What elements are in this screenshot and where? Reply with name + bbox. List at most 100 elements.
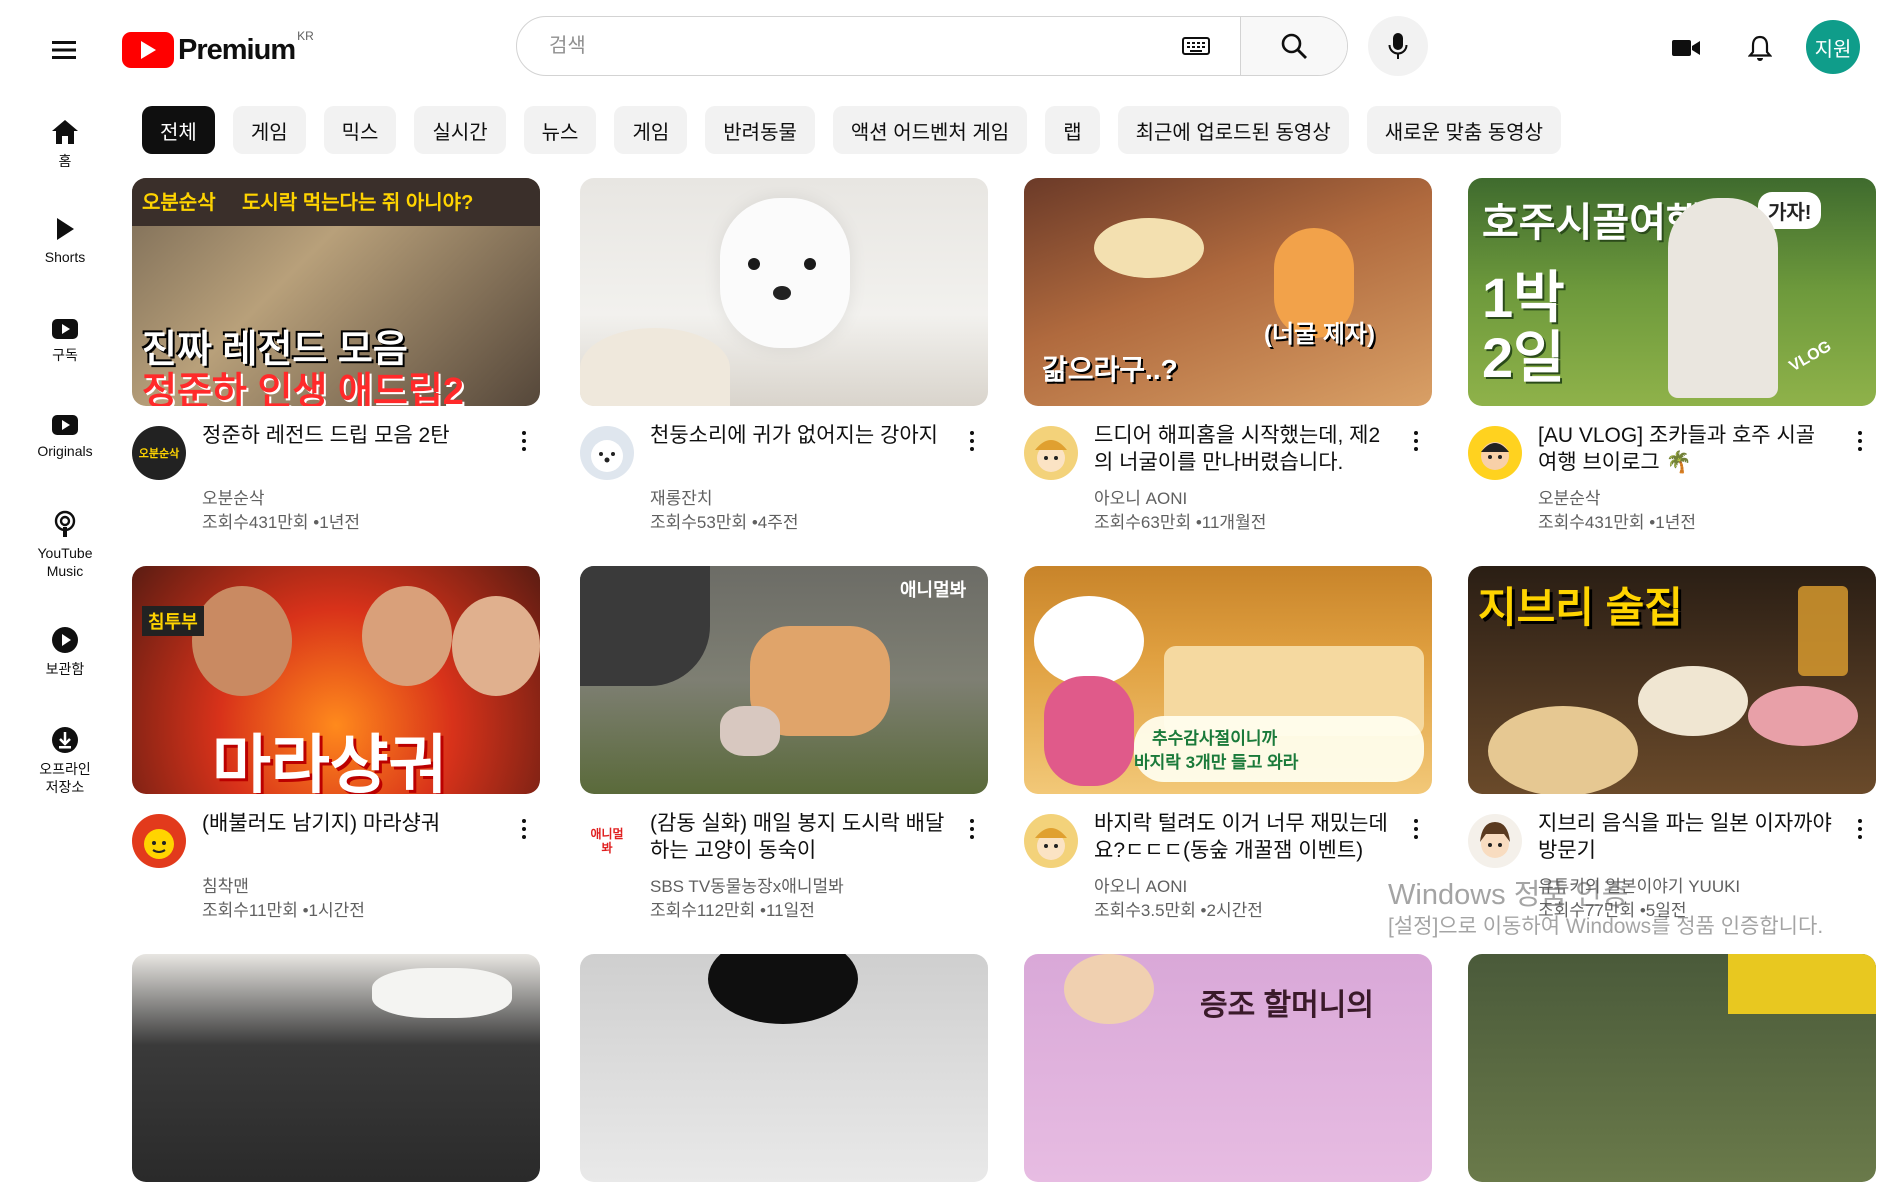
sidebar-item-subscriptions[interactable]: 구독	[10, 318, 120, 364]
video-card[interactable]: 지브리 술집 지브리 음식을 파는 일본 이자까야 방문기 유튜키의 일본이야기…	[1468, 566, 1876, 920]
sidebar-item-downloads[interactable]: 오프라인 저장소	[10, 726, 120, 796]
video-thumbnail[interactable]: 증조 할머니의	[1024, 954, 1432, 1182]
video-meta: 오분순삭 정준하 레전드 드립 모음 2탄 오분순삭 조회수431만회 •1년전	[132, 406, 540, 532]
video-title[interactable]: 지브리 음식을 파는 일본 이자까야 방문기	[1538, 810, 1838, 864]
channel-name[interactable]: 아오니 AONI	[1094, 872, 1187, 897]
video-title[interactable]: 드디어 해피홈을 시작했는데, 제2의 너굴이를 만나버렸습니다.	[1094, 422, 1394, 476]
video-stats: 조회수53만회 •4주전	[650, 513, 799, 532]
more-options-icon[interactable]	[514, 812, 534, 846]
channel-name[interactable]: 아오니 AONI	[1094, 484, 1187, 509]
channel-avatar[interactable]	[1024, 814, 1078, 868]
channel-avatar[interactable]	[1024, 426, 1078, 480]
more-options-icon[interactable]	[1406, 424, 1426, 458]
chip-mix[interactable]: 믹스	[323, 106, 397, 154]
video-title[interactable]: (배불러도 남기지) 마라샹궈	[202, 810, 502, 837]
video-title[interactable]: [AU VLOG] 조카들과 호주 시골 여행 브이로그 🌴	[1538, 422, 1838, 476]
sidebar-item-home[interactable]: 홈	[10, 118, 120, 170]
chip-gaming[interactable]: 게임	[232, 106, 306, 154]
chip-rap[interactable]: 랩	[1045, 106, 1100, 154]
channel-avatar[interactable]	[580, 426, 634, 480]
user-avatar[interactable]: 지원	[1806, 20, 1860, 74]
character-avatar-icon	[1035, 828, 1067, 860]
channel-avatar[interactable]: 애니멀봐	[580, 814, 634, 868]
more-options-icon[interactable]	[1406, 812, 1426, 846]
more-options-icon[interactable]	[962, 812, 982, 846]
sidebar-label: Shorts	[44, 249, 86, 265]
chip-new-to-you[interactable]: 새로운 맞춤 동영상	[1366, 106, 1562, 154]
sidebar-item-library[interactable]: 보관함	[10, 626, 120, 678]
sidebar-item-originals[interactable]: Originals	[10, 414, 120, 460]
video-card[interactable]: 천둥소리에 귀가 없어지는 강아지 재롱잔치 조회수53만회 •4주전	[580, 178, 988, 532]
more-options-icon[interactable]	[962, 424, 982, 458]
video-meta: 천둥소리에 귀가 없어지는 강아지 재롱잔치 조회수53만회 •4주전	[580, 406, 988, 532]
sidebar-label: 홈	[58, 153, 72, 169]
more-options-icon[interactable]	[514, 424, 534, 458]
download-icon	[52, 727, 78, 753]
video-thumbnail[interactable]	[1468, 954, 1876, 1182]
video-card[interactable]: 추수감사절이니까 바지락 3개만 들고 와라 바지락 털려도 이거 너무 재밌는…	[1024, 566, 1432, 920]
video-thumbnail[interactable]	[580, 178, 988, 406]
video-thumbnail[interactable]: 갊으라구..? (너굴 제자)	[1024, 178, 1432, 406]
video-card[interactable]	[1468, 954, 1876, 1182]
keyboard-icon[interactable]	[1176, 26, 1216, 66]
search-input[interactable]	[517, 17, 1176, 75]
video-title[interactable]: 바지락 털려도 이거 너무 재밌는데요?ㄷㄷㄷ(동숲 개꿀잼 이벤트)	[1094, 810, 1394, 864]
notifications-bell-icon[interactable]	[1738, 26, 1782, 70]
chip-gaming-2[interactable]: 게임	[614, 106, 688, 154]
video-thumbnail[interactable]: 호주시골여행 1박2일 가자! VLOG	[1468, 178, 1876, 406]
youtube-premium-logo[interactable]: Premium KR	[122, 29, 314, 70]
video-card[interactable]: 증조 할머니의	[1024, 954, 1432, 1182]
video-thumbnail[interactable]: 오분순삭 도시락 먹는다는 쥐 아니야? 진짜 레전드 모음 정준하 인생 애드…	[132, 178, 540, 406]
create-video-icon[interactable]	[1664, 26, 1708, 70]
chip-recently-uploaded[interactable]: 최근에 업로드된 동영상	[1117, 106, 1349, 154]
user-initials: 지원	[1814, 38, 1852, 61]
channel-name[interactable]: 침착맨	[202, 872, 249, 897]
channel-avatar[interactable]	[132, 814, 186, 868]
video-thumbnail[interactable]: 애니멀봐	[580, 566, 988, 794]
video-thumbnail[interactable]	[132, 954, 540, 1182]
video-card[interactable]: 호주시골여행 1박2일 가자! VLOG [AU VLOG] 조카들과 호주 시…	[1468, 178, 1876, 532]
library-icon	[52, 627, 78, 653]
character-avatar-icon	[144, 829, 174, 859]
channel-name[interactable]: 오분순삭	[1538, 484, 1601, 509]
chip-pets[interactable]: 반려동물	[705, 106, 815, 154]
video-card[interactable]: 오분순삭 도시락 먹는다는 쥐 아니야? 진짜 레전드 모음 정준하 인생 애드…	[132, 178, 540, 532]
more-options-icon[interactable]	[1850, 424, 1870, 458]
chip-all[interactable]: 전체	[142, 106, 215, 154]
channel-name[interactable]: 오분순삭	[202, 484, 265, 509]
video-thumbnail[interactable]: 지브리 술집	[1468, 566, 1876, 794]
channel-avatar[interactable]	[1468, 814, 1522, 868]
shorts-icon	[57, 218, 74, 240]
chip-news[interactable]: 뉴스	[523, 106, 597, 154]
video-title[interactable]: 정준하 레전드 드립 모음 2탄	[202, 422, 502, 449]
video-card[interactable]	[580, 954, 988, 1182]
channel-name[interactable]: SBS TV동물농장x애니멀봐	[650, 872, 844, 897]
channel-name[interactable]: 재롱잔치	[650, 484, 713, 509]
menu-icon[interactable]	[42, 28, 86, 72]
video-meta: 지브리 음식을 파는 일본 이자까야 방문기 유튜키의 일본이야기 YUUKI …	[1468, 794, 1876, 920]
video-card[interactable]: 침투부 마라샹궈 (배불러도 남기지) 마라샹궈 침착맨 조회수11만회 •1시…	[132, 566, 540, 920]
video-title[interactable]: (감동 실화) 매일 봉지 도시락 배달하는 고양이 동숙이	[650, 810, 950, 864]
sidebar-item-youtube-music[interactable]: YouTube Music	[10, 510, 120, 580]
channel-avatar[interactable]	[1468, 426, 1522, 480]
search-button[interactable]	[1240, 17, 1347, 75]
sidebar-label: YouTube Music	[37, 545, 93, 579]
thumbnail-text: 애니멀봐	[900, 580, 967, 600]
video-thumbnail[interactable]: 침투부 마라샹궈	[132, 566, 540, 794]
video-thumbnail[interactable]	[580, 954, 988, 1182]
video-card[interactable]: 갊으라구..? (너굴 제자) 드디어 해피홈을 시작했는데, 제2의 너굴이를…	[1024, 178, 1432, 532]
channel-avatar[interactable]: 오분순삭	[132, 426, 186, 480]
sidebar-label: 보관함	[45, 661, 85, 677]
voice-search-button[interactable]	[1368, 16, 1428, 76]
video-card[interactable]	[132, 954, 540, 1182]
channel-name[interactable]: 유튜키의 일본이야기 YUUKI	[1538, 872, 1740, 897]
thumbnail-text: 오분순삭	[142, 192, 216, 214]
video-card[interactable]: 애니멀봐 애니멀봐 (감동 실화) 매일 봉지 도시락 배달하는 고양이 동숙이…	[580, 566, 988, 920]
video-thumbnail[interactable]: 추수감사절이니까 바지락 3개만 들고 와라	[1024, 566, 1432, 794]
sidebar-item-shorts[interactable]: Shorts	[10, 216, 120, 266]
originals-icon	[52, 415, 78, 435]
video-title[interactable]: 천둥소리에 귀가 없어지는 강아지	[650, 422, 950, 449]
more-options-icon[interactable]	[1850, 812, 1870, 846]
chip-live[interactable]: 실시간	[414, 106, 506, 154]
chip-action-adventure[interactable]: 액션 어드벤처 게임	[832, 106, 1028, 154]
